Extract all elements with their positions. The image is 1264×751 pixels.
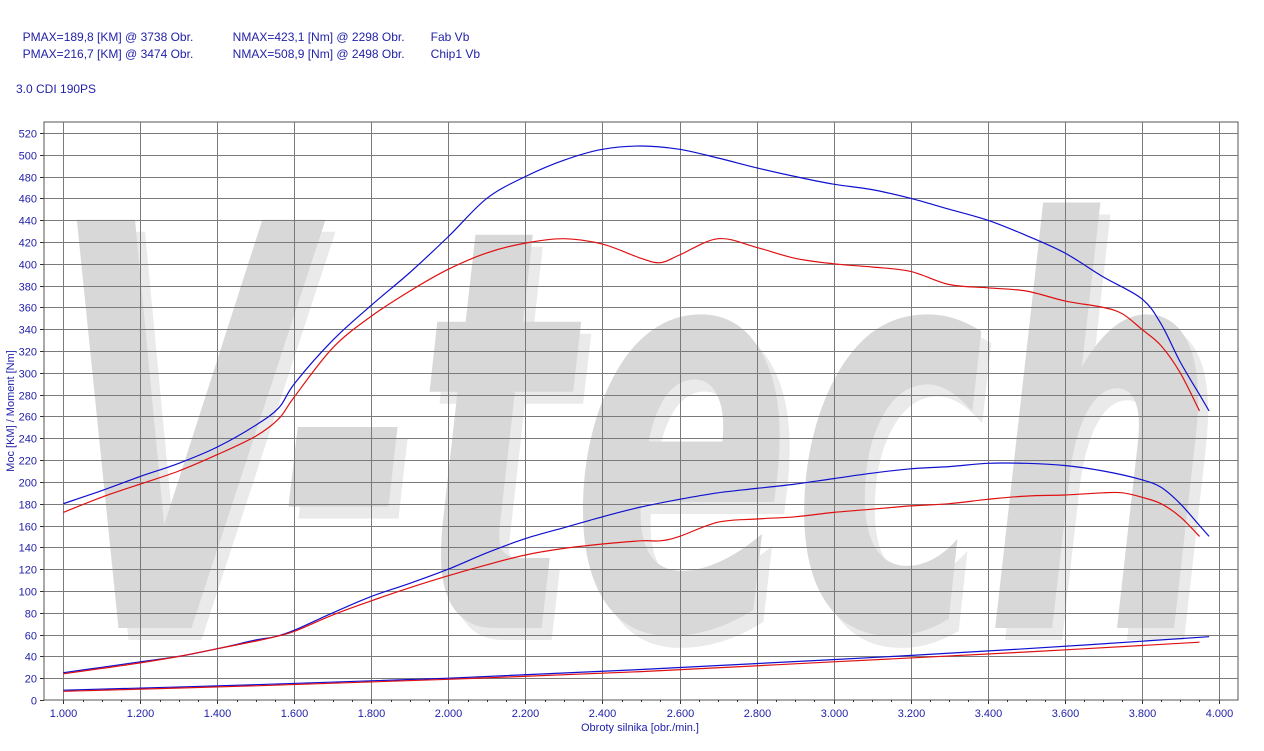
x-tick-label: 2.000 (435, 708, 463, 720)
x-tick-label: 2.200 (512, 708, 540, 720)
x-tick-label: 1.200 (127, 708, 155, 720)
x-tick-label: 2.400 (589, 708, 617, 720)
y-tick-label: 120 (19, 565, 37, 577)
y-tick-label: 220 (19, 456, 37, 468)
y-tick-label: 140 (19, 543, 37, 555)
y-tick-label: 500 (19, 151, 37, 163)
y-tick-label: 420 (19, 238, 37, 250)
x-tick-label: 3.600 (1052, 708, 1080, 720)
watermark-text: V-tech (52, 109, 1217, 751)
y-tick-label: 20 (25, 674, 37, 686)
x-tick-label: 3.000 (821, 708, 849, 720)
x-tick-label: 3.400 (975, 708, 1003, 720)
y-tick-label: 40 (25, 652, 37, 664)
y-tick-label: 280 (19, 391, 37, 403)
y-tick-label: 320 (19, 347, 37, 359)
y-tick-label: 100 (19, 587, 37, 599)
y-axis-label: Moc [KM] / Moment [Nm] (5, 350, 17, 472)
y-tick-label: 80 (25, 609, 37, 621)
y-tick-label: 480 (19, 173, 37, 185)
x-tick-label: 1.000 (50, 708, 78, 720)
y-tick-label: 380 (19, 282, 37, 294)
y-tick-label: 260 (19, 412, 37, 424)
x-tick-label: 2.600 (667, 708, 695, 720)
y-tick-label: 240 (19, 434, 37, 446)
x-tick-label: 3.800 (1129, 708, 1157, 720)
y-tick-label: 0 (31, 696, 37, 708)
x-tick-label: 1.400 (204, 708, 232, 720)
x-tick-label: 4.000 (1206, 708, 1234, 720)
y-tick-label: 160 (19, 522, 37, 534)
x-tick-label: 1.600 (281, 708, 309, 720)
y-tick-label: 520 (19, 129, 37, 141)
y-tick-label: 360 (19, 303, 37, 315)
y-tick-label: 400 (19, 260, 37, 272)
y-tick-label: 460 (19, 194, 37, 206)
x-tick-label: 2.800 (744, 708, 772, 720)
y-tick-label: 180 (19, 500, 37, 512)
y-tick-label: 60 (25, 631, 37, 643)
y-tick-label: 300 (19, 369, 37, 381)
x-axis-label: Obroty silnika [obr./min.] (581, 722, 699, 734)
x-tick-label: 3.200 (898, 708, 926, 720)
y-tick-label: 440 (19, 216, 37, 228)
y-tick-label: 200 (19, 478, 37, 490)
dyno-chart: V-tech V-tech 1.000 1.200 1.400 1.600 1.800 2… (5, 109, 1239, 751)
watermark-logo: V-tech V-tech (52, 109, 1227, 751)
y-tick-label: 340 (19, 325, 37, 337)
x-tick-label: 1.800 (358, 708, 386, 720)
